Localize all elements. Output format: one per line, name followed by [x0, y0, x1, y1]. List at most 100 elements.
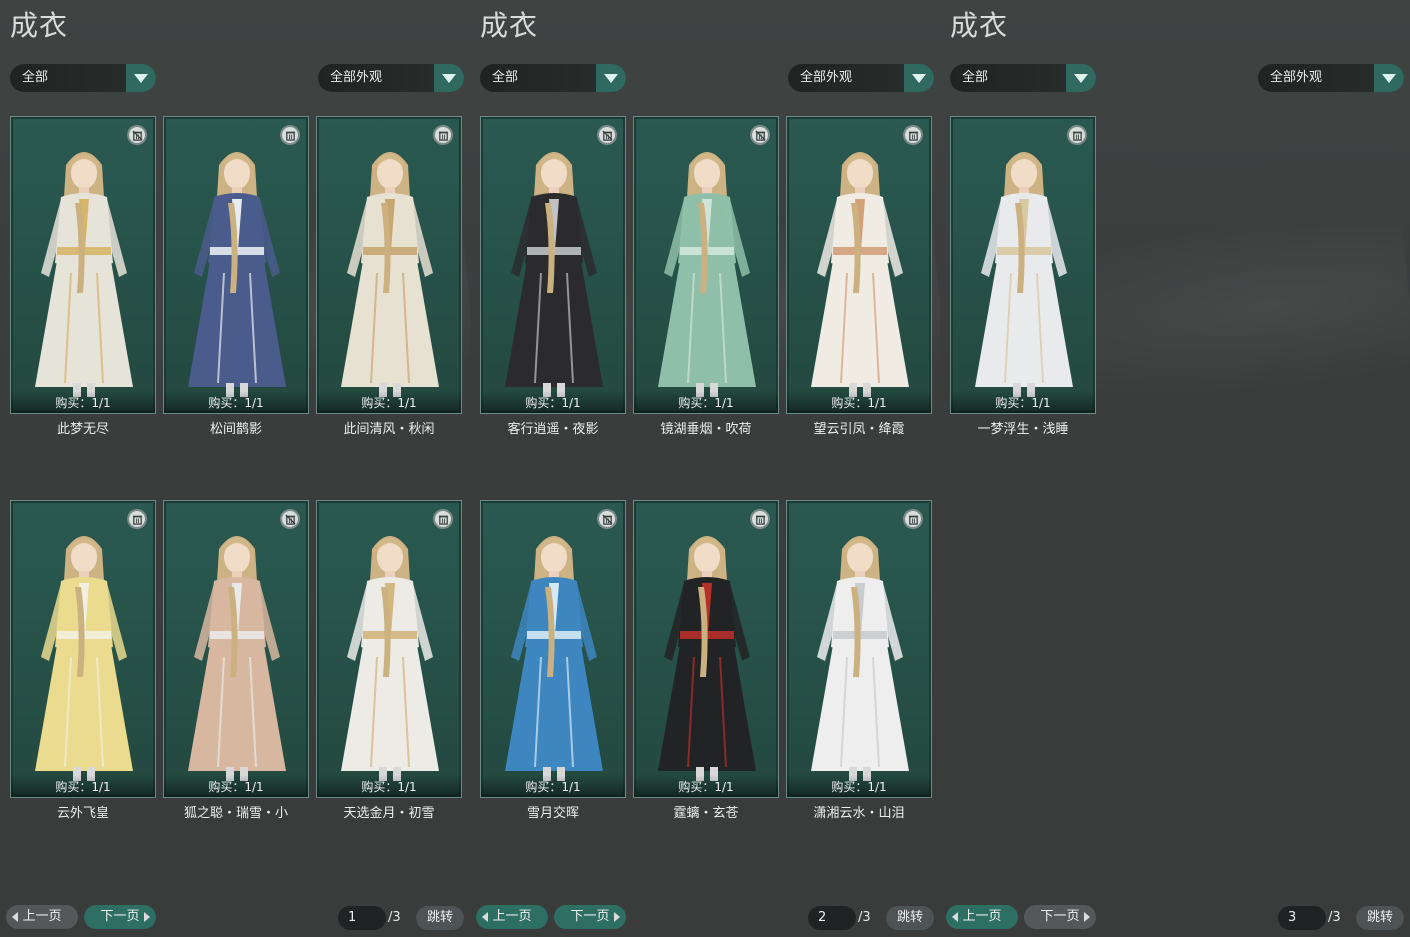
- next-page-button[interactable]: 下一页: [554, 905, 626, 929]
- page-number-input[interactable]: 2: [808, 906, 856, 930]
- outfit-card-frame: [950, 116, 1096, 414]
- outfit-card-frame: [786, 116, 932, 414]
- purchase-count: 购买：1/1: [55, 780, 111, 794]
- outfit-card-frame: [163, 116, 309, 414]
- outfit-card-frame: [316, 116, 462, 414]
- purchase-count: 购买：1/1: [831, 396, 887, 410]
- outfit-card-frame: [480, 116, 626, 414]
- outfit-name: 天选金月・初雪: [343, 806, 435, 821]
- trash-icon[interactable]: [433, 125, 453, 145]
- character-preview-image: [644, 143, 770, 401]
- chevron-down-icon[interactable]: [596, 64, 626, 92]
- character-preview-image: [327, 527, 453, 785]
- chevron-down-icon[interactable]: [126, 64, 156, 92]
- outfit-card-frame: [633, 500, 779, 798]
- appearance-dropdown[interactable]: 全部外观: [318, 64, 464, 92]
- outfit-name: 镜湖垂烟・吹荷: [660, 422, 752, 437]
- outfit-card[interactable]: 购买：1/1 雪月交晖: [480, 500, 626, 821]
- trash-disabled-icon[interactable]: [597, 509, 617, 529]
- outfit-card-frame: [316, 500, 462, 798]
- category-dropdown-label: 全部: [22, 70, 49, 85]
- trash-icon[interactable]: [127, 509, 147, 529]
- purchase-count: 购买：1/1: [208, 780, 264, 794]
- panel-title: 成衣: [480, 9, 539, 42]
- trash-icon[interactable]: [903, 509, 923, 529]
- appearance-dropdown-label: 全部外观: [800, 70, 853, 85]
- outfit-card[interactable]: 购买：1/1 狐之聪・瑞雪・小: [163, 500, 309, 821]
- outfit-card[interactable]: 购买：1/1 此间清风・秋闲: [316, 116, 462, 437]
- category-dropdown[interactable]: 全部: [480, 64, 626, 92]
- character-preview-image: [491, 527, 617, 785]
- trash-disabled-icon[interactable]: [280, 509, 300, 529]
- chevron-down-icon[interactable]: [904, 64, 934, 92]
- jump-button[interactable]: 跳转: [1356, 906, 1404, 930]
- appearance-dropdown[interactable]: 全部外观: [1258, 64, 1404, 92]
- outfit-name: 狐之聪・瑞雪・小: [183, 806, 288, 821]
- outfit-card-frame: [480, 500, 626, 798]
- trash-disabled-icon[interactable]: [750, 125, 770, 145]
- purchase-count: 购买：1/1: [831, 780, 887, 794]
- outfit-name: 雪月交晖: [526, 806, 579, 821]
- outfit-card[interactable]: 购买：1/1 客行逍遥・夜影: [480, 116, 626, 437]
- purchase-count: 购买：1/1: [678, 396, 734, 410]
- purchase-count: 购买：1/1: [361, 780, 417, 794]
- outfit-card-frame: [633, 116, 779, 414]
- outfit-card[interactable]: 购买：1/1 一梦浮生・浅睡: [950, 116, 1096, 437]
- page-total: /3: [388, 910, 401, 925]
- outfit-card-frame: [786, 500, 932, 798]
- outfit-name: 一梦浮生・浅睡: [977, 422, 1069, 437]
- appearance-dropdown-label: 全部外观: [1270, 70, 1323, 85]
- page-number-input[interactable]: 1: [338, 906, 386, 930]
- outfit-name: 霆螭・玄苍: [673, 806, 739, 821]
- character-preview-image: [491, 143, 617, 401]
- jump-button[interactable]: 跳转: [886, 906, 934, 930]
- trash-icon[interactable]: [750, 509, 770, 529]
- shop-panel-1: 成衣 全部 全部外观 购买：1/1 此梦无尽 购买：1/1 松间鹊影 购买：1/1 此间清风・秋…: [0, 0, 470, 937]
- character-preview-image: [797, 143, 923, 401]
- prev-page-button[interactable]: 上一页: [6, 905, 78, 929]
- chevron-down-icon[interactable]: [1374, 64, 1404, 92]
- purchase-count: 购买：1/1: [525, 396, 581, 410]
- outfit-card[interactable]: 购买：1/1 松间鹊影: [163, 116, 309, 437]
- purchase-count: 购买：1/1: [361, 396, 417, 410]
- purchase-count: 购买：1/1: [525, 780, 581, 794]
- character-preview-image: [21, 527, 147, 785]
- category-dropdown[interactable]: 全部: [10, 64, 156, 92]
- trash-icon[interactable]: [1067, 125, 1087, 145]
- character-preview-image: [21, 143, 147, 401]
- outfit-card[interactable]: 购买：1/1 天选金月・初雪: [316, 500, 462, 821]
- outfit-card[interactable]: 购买：1/1 望云引凤・绛霞: [786, 116, 932, 437]
- outfit-card[interactable]: 购买：1/1 此梦无尽: [10, 116, 156, 437]
- chevron-down-icon[interactable]: [1066, 64, 1096, 92]
- outfit-name: 望云引凤・绛霞: [813, 422, 905, 437]
- prev-page-button[interactable]: 上一页: [946, 905, 1018, 929]
- trash-icon[interactable]: [903, 125, 923, 145]
- character-preview-image: [644, 527, 770, 785]
- category-dropdown[interactable]: 全部: [950, 64, 1096, 92]
- trash-icon[interactable]: [280, 125, 300, 145]
- appearance-dropdown[interactable]: 全部外观: [788, 64, 934, 92]
- page-number-input[interactable]: 3: [1278, 906, 1326, 930]
- outfit-card[interactable]: 购买：1/1 云外飞皇: [10, 500, 156, 821]
- outfit-name: 客行逍遥・夜影: [507, 422, 599, 437]
- trash-disabled-icon[interactable]: [597, 125, 617, 145]
- purchase-count: 购买：1/1: [55, 396, 111, 410]
- prev-page-button[interactable]: 上一页: [476, 905, 548, 929]
- outfit-name: 云外飞皇: [56, 806, 109, 821]
- jump-button[interactable]: 跳转: [416, 906, 464, 930]
- trash-icon[interactable]: [433, 509, 453, 529]
- outfit-card[interactable]: 购买：1/1 潇湘云水・山泪: [786, 500, 932, 821]
- character-preview-image: [797, 527, 923, 785]
- page-total: /3: [858, 910, 871, 925]
- trash-disabled-icon[interactable]: [127, 125, 147, 145]
- next-page-button[interactable]: 下一页: [84, 905, 156, 929]
- outfit-name: 此间清风・秋闲: [343, 422, 435, 437]
- outfit-card-frame: [163, 500, 309, 798]
- page-total: /3: [1328, 910, 1341, 925]
- outfit-card[interactable]: 购买：1/1 霆螭・玄苍: [633, 500, 779, 821]
- outfit-card[interactable]: 购买：1/1 镜湖垂烟・吹荷: [633, 116, 779, 437]
- next-page-button[interactable]: 下一页: [1024, 905, 1096, 929]
- panel-title: 成衣: [950, 9, 1009, 42]
- chevron-down-icon[interactable]: [434, 64, 464, 92]
- outfit-name: 潇湘云水・山泪: [813, 806, 905, 821]
